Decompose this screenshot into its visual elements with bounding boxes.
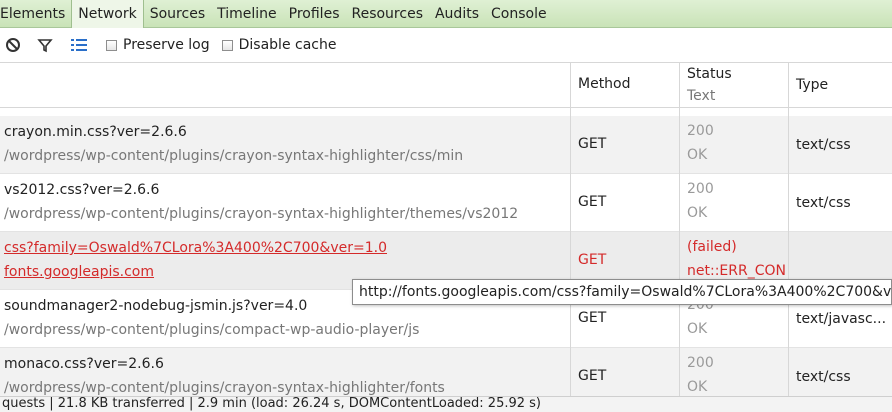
status-text: OK [687,379,708,395]
status-code: (failed) [687,239,737,255]
request-path: /wordpress/wp-content/plugins/compact-wp… [4,322,420,338]
column-divider[interactable] [570,62,571,397]
request-path[interactable]: fonts.googleapis.com [4,264,154,280]
tab-sources[interactable]: Sources [144,0,211,28]
request-name[interactable]: css?family=Oswald%7CLora%3A400%2C700&ver… [4,240,387,256]
request-type: text/css [796,195,851,211]
tab-audits[interactable]: Audits [429,0,485,28]
status-code: 200 [687,181,714,197]
request-method: GET [578,310,607,326]
table-row[interactable]: vs2012.css?ver=2.6.6 /wordpress/wp-conte… [0,174,892,232]
method-column-header[interactable]: Method [578,76,631,92]
clear-icon[interactable] [4,36,22,54]
status-code: 200 [687,355,714,371]
column-divider[interactable] [788,62,789,397]
status-text: OK [687,147,708,163]
column-divider[interactable] [679,62,680,397]
request-method: GET [578,136,607,152]
status-code: 200 [687,123,714,139]
devtools-tab-bar: Elements Network Sources Timeline Profil… [0,0,892,28]
status-subheader: Text [687,88,716,104]
request-name: crayon.min.css?ver=2.6.6 [4,124,187,140]
request-name: monaco.css?ver=2.6.6 [4,356,164,372]
request-method: GET [578,368,607,384]
preserve-log-label: Preserve log [123,37,210,53]
tab-resources[interactable]: Resources [345,0,429,28]
request-type: text/javasc... [796,311,887,327]
disable-cache-checkbox[interactable]: Disable cache [221,37,337,53]
request-method: GET [578,252,607,268]
tab-timeline[interactable]: Timeline [211,0,283,28]
request-name: vs2012.css?ver=2.6.6 [4,182,160,198]
request-method: GET [578,194,607,210]
request-name: soundmanager2-nodebug-jsmin.js?ver=4.0 [4,298,308,314]
network-request-table: Method Status Text Type crayon.min.css?v… [0,62,892,406]
table-row[interactable]: crayon.min.css?ver=2.6.6 /wordpress/wp-c… [0,116,892,174]
list-view-icon[interactable] [70,36,88,54]
checkbox-box[interactable] [221,39,233,51]
network-summary-bar: quests | 21.8 KB transferred | 2.9 min (… [0,396,892,412]
type-column-header[interactable]: Type [796,77,828,93]
request-type: text/css [796,369,851,385]
request-type: text/css [796,137,851,153]
request-path: /wordpress/wp-content/plugins/crayon-syn… [4,148,464,164]
url-tooltip: http://fonts.googleapis.com/css?family=O… [352,279,892,305]
preserve-log-checkbox[interactable]: Preserve log [106,37,210,53]
tab-elements[interactable]: Elements [0,0,71,28]
request-path: /wordpress/wp-content/plugins/crayon-syn… [4,380,445,396]
request-path: /wordpress/wp-content/plugins/crayon-syn… [4,206,519,222]
tab-network[interactable]: Network [71,0,144,28]
status-text: net::ERR_CON [687,263,786,279]
disable-cache-label: Disable cache [238,37,337,53]
status-column-header[interactable]: Status [687,66,732,82]
checkbox-box[interactable] [106,39,117,51]
tab-profiles[interactable]: Profiles [283,0,346,28]
filter-icon[interactable] [36,36,54,54]
status-text: OK [687,321,708,337]
network-toolbar: Preserve log Disable cache [0,28,892,62]
tab-console[interactable]: Console [485,0,553,28]
table-header: Method Status Text Type [0,62,892,108]
status-text: OK [687,205,708,221]
